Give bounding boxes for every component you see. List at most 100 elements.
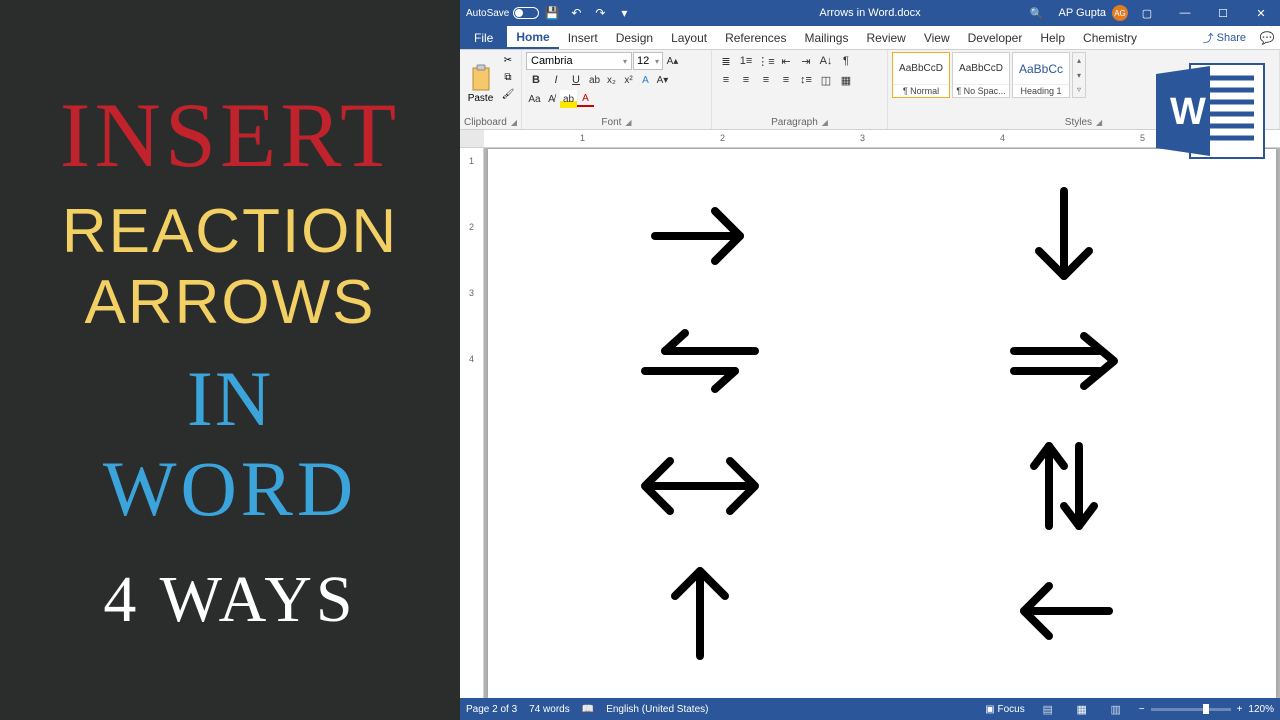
- tab-help[interactable]: Help: [1031, 26, 1074, 49]
- bold-icon[interactable]: B: [526, 71, 546, 89]
- document-title: Arrows in Word.docx: [819, 7, 920, 19]
- zoom-in-icon[interactable]: +: [1237, 704, 1243, 715]
- italic-icon[interactable]: I: [546, 71, 566, 89]
- subscript-icon[interactable]: x₂: [603, 71, 620, 89]
- focus-mode[interactable]: ▣ Focus: [985, 704, 1024, 715]
- style-sample: AaBbCc: [1013, 53, 1069, 84]
- align-right-icon[interactable]: ≡: [756, 71, 776, 89]
- minimize-icon[interactable]: —: [1166, 0, 1204, 26]
- highlight-icon[interactable]: ab: [560, 90, 577, 108]
- maximize-icon[interactable]: ☐: [1204, 0, 1242, 26]
- paragraph-launcher-icon[interactable]: ◢: [822, 118, 828, 127]
- close-icon[interactable]: ✕: [1242, 0, 1280, 26]
- user-name[interactable]: AP Gupta: [1057, 0, 1109, 26]
- promo-line-reaction: REACTION: [62, 196, 398, 267]
- shrink-font-icon[interactable]: A▾: [654, 71, 671, 89]
- style-heading1[interactable]: AaBbCc Heading 1: [1012, 52, 1070, 98]
- user-avatar[interactable]: AG: [1112, 5, 1128, 21]
- font-size-combo[interactable]: 12▾: [633, 52, 663, 70]
- autosave-toggle[interactable]: AutoSave: [466, 7, 539, 19]
- align-left-icon[interactable]: ≡: [716, 71, 736, 89]
- styles-launcher-icon[interactable]: ◢: [1096, 118, 1102, 127]
- font-color-icon[interactable]: A: [577, 91, 594, 107]
- font-launcher-icon[interactable]: ◢: [625, 118, 631, 127]
- grow-font-icon[interactable]: A▴: [664, 52, 681, 70]
- comments-icon[interactable]: 💬: [1254, 26, 1280, 49]
- sort-icon[interactable]: A↓: [816, 52, 836, 70]
- tab-chemistry[interactable]: Chemistry: [1074, 26, 1146, 49]
- zoom-slider[interactable]: [1151, 708, 1231, 711]
- ribbon-tabs: File Home Insert Design Layout Reference…: [460, 26, 1280, 50]
- multilevel-icon[interactable]: ⋮≡: [756, 52, 776, 70]
- style-no-spacing[interactable]: AaBbCcD ¶ No Spac...: [952, 52, 1010, 98]
- chevron-down-icon: ▾: [623, 57, 627, 66]
- text-effects-icon[interactable]: A: [637, 71, 654, 89]
- title-bar: AutoSave 💾 ↶ ↷ ▾ Arrows in Word.docx 🔍 A…: [460, 0, 1280, 26]
- share-icon: ⤴: [1203, 30, 1214, 46]
- font-name-combo[interactable]: Cambria▾: [526, 52, 632, 70]
- line-spacing-icon[interactable]: ↕≡: [796, 71, 816, 89]
- status-page[interactable]: Page 2 of 3: [466, 704, 517, 715]
- tab-file[interactable]: File: [460, 26, 507, 49]
- increase-indent-icon[interactable]: ⇥: [796, 52, 816, 70]
- tab-review[interactable]: Review: [857, 26, 914, 49]
- zoom-out-icon[interactable]: −: [1139, 704, 1145, 715]
- justify-icon[interactable]: ≡: [776, 71, 796, 89]
- styles-gallery-more[interactable]: ▴ ▾ ▿: [1072, 52, 1086, 98]
- zoom-level[interactable]: 120%: [1248, 704, 1274, 715]
- promo-line-arrows: ARROWS: [85, 267, 376, 338]
- tab-mailings[interactable]: Mailings: [795, 26, 857, 49]
- underline-icon[interactable]: U: [566, 71, 586, 89]
- change-case-icon[interactable]: Aa: [526, 90, 543, 108]
- strike-icon[interactable]: ab: [586, 71, 603, 89]
- show-marks-icon[interactable]: ¶: [836, 52, 856, 70]
- arrow-right-icon: [645, 196, 755, 276]
- promo-line-in: IN: [187, 354, 273, 444]
- tab-design[interactable]: Design: [607, 26, 662, 49]
- paste-button[interactable]: Paste: [464, 52, 497, 116]
- copy-icon[interactable]: ⧉: [499, 69, 517, 85]
- tab-references[interactable]: References: [716, 26, 795, 49]
- share-button[interactable]: ⤴Share: [1195, 26, 1254, 49]
- tab-developer[interactable]: Developer: [959, 26, 1032, 49]
- save-icon[interactable]: 💾: [541, 2, 563, 24]
- numbering-icon[interactable]: 1≡: [736, 52, 756, 70]
- clipboard-launcher-icon[interactable]: ◢: [511, 118, 517, 127]
- tab-layout[interactable]: Layout: [662, 26, 716, 49]
- search-icon[interactable]: 🔍: [1017, 0, 1057, 26]
- cut-icon[interactable]: ✂: [499, 52, 517, 68]
- shading-icon[interactable]: ◫: [816, 71, 836, 89]
- redo-icon[interactable]: ↷: [589, 2, 611, 24]
- ribbon-display-icon[interactable]: ▢: [1128, 0, 1166, 26]
- tab-view[interactable]: View: [915, 26, 959, 49]
- clear-format-icon[interactable]: A̸: [543, 90, 560, 108]
- qat-more-icon[interactable]: ▾: [613, 2, 635, 24]
- style-sample: AaBbCcD: [953, 53, 1009, 84]
- read-mode-icon[interactable]: ▤: [1037, 700, 1059, 718]
- format-painter-icon[interactable]: 🖌: [499, 86, 517, 102]
- tab-home[interactable]: Home: [507, 26, 558, 49]
- status-spell-icon[interactable]: 📖: [582, 704, 594, 715]
- tab-insert[interactable]: Insert: [559, 26, 607, 49]
- decrease-indent-icon[interactable]: ⇤: [776, 52, 796, 70]
- align-center-icon[interactable]: ≡: [736, 71, 756, 89]
- web-layout-icon[interactable]: ▥: [1105, 700, 1127, 718]
- borders-icon[interactable]: ▦: [836, 71, 856, 89]
- vertical-ruler[interactable]: 1 2 3 4: [460, 148, 484, 698]
- print-layout-icon[interactable]: ▦: [1071, 700, 1093, 718]
- autosave-label: AutoSave: [466, 8, 509, 19]
- arrow-left-icon: [1009, 571, 1119, 651]
- superscript-icon[interactable]: x²: [620, 71, 637, 89]
- undo-icon[interactable]: ↶: [565, 2, 587, 24]
- bullets-icon[interactable]: ≣: [716, 52, 736, 70]
- status-language[interactable]: English (United States): [606, 704, 708, 715]
- document-page[interactable]: [488, 149, 1276, 698]
- arrow-up-icon: [660, 556, 740, 666]
- ruler-tick: 4: [1000, 133, 1005, 143]
- status-words[interactable]: 74 words: [529, 704, 570, 715]
- style-name: ¶ No Spac...: [953, 84, 1009, 97]
- style-normal[interactable]: AaBbCcD ¶ Normal: [892, 52, 950, 98]
- more-icon: ▿: [1073, 82, 1085, 97]
- ruler-tick: 2: [720, 133, 725, 143]
- vruler-tick: 3: [469, 288, 474, 298]
